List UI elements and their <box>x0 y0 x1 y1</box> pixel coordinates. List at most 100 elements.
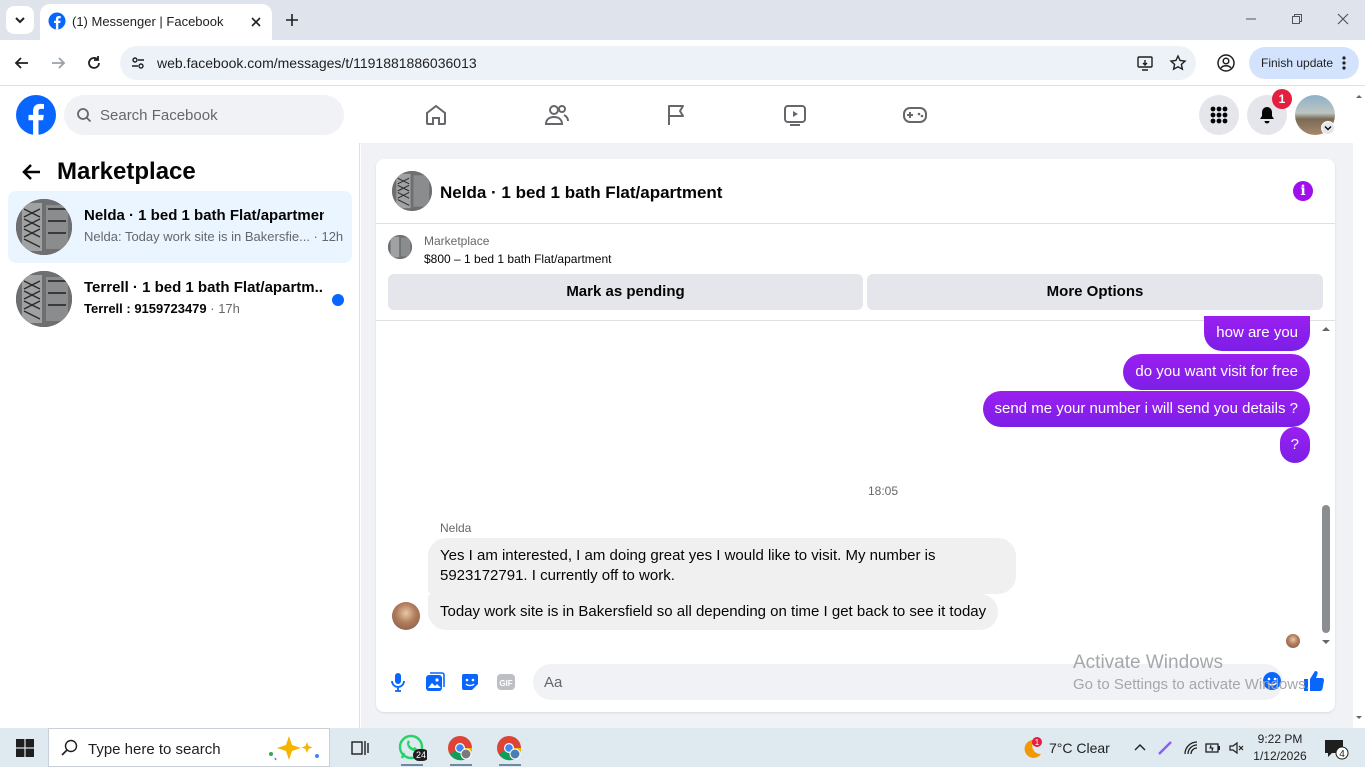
conversation-item[interactable]: Nelda · 1 bed 1 bath Flat/apartment Neld… <box>8 191 352 263</box>
chat-listing-thumbnail[interactable] <box>392 171 432 211</box>
listing-thumbnail <box>16 271 72 327</box>
whatsapp-icon: 24 <box>398 734 427 761</box>
sent-message[interactable]: how are you <box>1204 316 1310 351</box>
active-indicator <box>401 764 423 766</box>
friends-icon[interactable] <box>544 103 570 127</box>
taskbar-search[interactable]: Type here to search <box>48 728 330 767</box>
site-settings-icon[interactable] <box>130 55 146 71</box>
video-icon[interactable] <box>783 103 807 127</box>
chrome-taskbar-app[interactable] <box>446 734 476 766</box>
message-line: 5923172791. I currently off to work. <box>440 567 675 584</box>
facebook-favicon-icon <box>48 12 66 30</box>
task-view-icon[interactable] <box>350 738 370 758</box>
gif-icon[interactable]: GIF <box>496 672 516 692</box>
scroll-down-icon[interactable] <box>1353 713 1365 723</box>
conversation-item[interactable]: Terrell · 1 bed 1 bath Flat/apartm... Te… <box>8 263 352 335</box>
menu-button[interactable] <box>1199 95 1239 135</box>
restore-icon[interactable] <box>1290 12 1304 26</box>
wifi-icon[interactable] <box>1183 740 1199 756</box>
back-icon[interactable] <box>12 53 32 73</box>
weather-moon-icon[interactable]: 1 <box>1017 736 1045 760</box>
conversation-name: Terrell · 1 bed 1 bath Flat/apartm... <box>84 279 324 296</box>
browser-tab-bar: (1) Messenger | Facebook <box>0 0 1365 40</box>
profile-icon[interactable] <box>1216 53 1236 73</box>
sent-message[interactable]: send me your number i will send you deta… <box>982 391 1310 427</box>
building-photo-icon <box>392 171 432 211</box>
reload-icon[interactable] <box>84 53 104 73</box>
address-bar[interactable]: web.facebook.com/messages/t/119188188603… <box>120 46 1196 80</box>
search-placeholder: Search Facebook <box>100 107 218 124</box>
info-icon[interactable]: i <box>1293 181 1313 201</box>
whatsapp-taskbar-app[interactable]: 24 <box>397 734 427 766</box>
pen-icon[interactable] <box>1157 740 1173 756</box>
more-options-button[interactable]: More Options <box>867 274 1323 310</box>
received-message[interactable]: Yes I am interested, I am doing great ye… <box>428 538 1016 594</box>
listing-description[interactable]: $800 – 1 bed 1 bath Flat/apartment <box>424 252 611 266</box>
microphone-icon[interactable] <box>390 672 406 692</box>
chat-window: Nelda · 1 bed 1 bath Flat/apartment i Ma… <box>376 159 1335 712</box>
finish-update-label: Finish update <box>1261 56 1334 70</box>
weather-badge: 1 <box>1035 738 1040 747</box>
chevron-up-icon[interactable] <box>1133 740 1147 754</box>
close-window-icon[interactable] <box>1336 12 1350 26</box>
pages-flag-icon[interactable] <box>664 103 688 127</box>
clock-time: 9:22 PM <box>1257 732 1303 746</box>
chrome-profile-taskbar-app[interactable] <box>495 734 525 766</box>
sticker-icon[interactable] <box>460 672 480 692</box>
photo-icon[interactable] <box>425 672 445 692</box>
emoji-icon[interactable] <box>1262 671 1282 691</box>
url-text: web.facebook.com/messages/t/119188188603… <box>157 55 477 71</box>
bookmark-star-icon[interactable] <box>1169 54 1187 72</box>
forward-icon[interactable] <box>48 53 68 73</box>
more-menu-icon <box>1342 56 1346 70</box>
preview-text: Terrell : 9159723479 <box>84 301 207 316</box>
notif-count: 4 <box>1339 749 1345 760</box>
thumbs-up-icon[interactable] <box>1302 669 1326 693</box>
gaming-icon[interactable] <box>902 103 928 127</box>
account-chevron[interactable] <box>1321 121 1335 135</box>
browser-tab[interactable]: (1) Messenger | Facebook <box>40 4 272 40</box>
listing-thumbnail <box>16 199 72 255</box>
weather-text[interactable]: 7°C Clear <box>1049 740 1110 756</box>
close-tab-icon[interactable] <box>246 12 266 32</box>
page-scrollbar[interactable] <box>1353 87 1365 728</box>
tab-title: (1) Messenger | Facebook <box>72 14 224 29</box>
tab-search-button[interactable] <box>6 6 34 34</box>
notification-center-icon[interactable]: 4 <box>1323 738 1349 760</box>
message-input[interactable]: Aa <box>533 664 1283 700</box>
sent-message[interactable]: do you want visit for free <box>1123 354 1310 390</box>
active-indicator <box>499 764 521 766</box>
finish-update-button[interactable]: Finish update <box>1249 47 1359 79</box>
scroll-up-icon[interactable] <box>1321 325 1331 333</box>
message-timestamp: 18:05 <box>868 484 899 498</box>
scroll-thumb[interactable] <box>1322 505 1330 633</box>
listing-bar: Marketplace $800 – 1 bed 1 bath Flat/apa… <box>376 225 1335 321</box>
chrome-icon <box>448 736 473 761</box>
chevron-down-icon <box>15 17 25 24</box>
sent-message[interactable]: ? <box>1279 427 1310 463</box>
new-tab-icon[interactable] <box>282 10 302 30</box>
facebook-search[interactable]: Search Facebook <box>64 95 344 135</box>
mark-as-pending-button[interactable]: Mark as pending <box>388 274 863 310</box>
install-app-icon[interactable] <box>1136 54 1154 72</box>
minimize-icon[interactable] <box>1244 12 1258 26</box>
battery-icon[interactable] <box>1205 740 1221 756</box>
back-arrow-icon[interactable] <box>22 163 42 181</box>
scroll-up-icon[interactable] <box>1353 91 1365 101</box>
windows-start-icon[interactable] <box>16 739 34 757</box>
chat-header: Nelda · 1 bed 1 bath Flat/apartment i <box>376 159 1335 224</box>
building-photo-icon <box>16 271 72 327</box>
sender-name: Nelda <box>440 521 472 535</box>
grid-menu-icon <box>1210 106 1228 124</box>
volume-muted-icon[interactable] <box>1228 740 1244 756</box>
taskbar-clock[interactable]: 9:22 PM 1/12/2026 <box>1250 731 1310 765</box>
received-message[interactable]: Today work site is in Bakersfield so all… <box>428 594 999 630</box>
message-line: Today work site is in Bakersfield so all… <box>440 603 987 620</box>
facebook-logo-icon[interactable] <box>16 95 56 135</box>
sender-avatar[interactable] <box>392 602 420 630</box>
chat-title[interactable]: Nelda · 1 bed 1 bath Flat/apartment <box>440 183 722 203</box>
chat-scrollbar[interactable] <box>1321 325 1331 650</box>
home-icon[interactable] <box>424 103 448 127</box>
chevron-down-icon <box>1324 126 1332 131</box>
scroll-down-icon[interactable] <box>1321 638 1331 646</box>
